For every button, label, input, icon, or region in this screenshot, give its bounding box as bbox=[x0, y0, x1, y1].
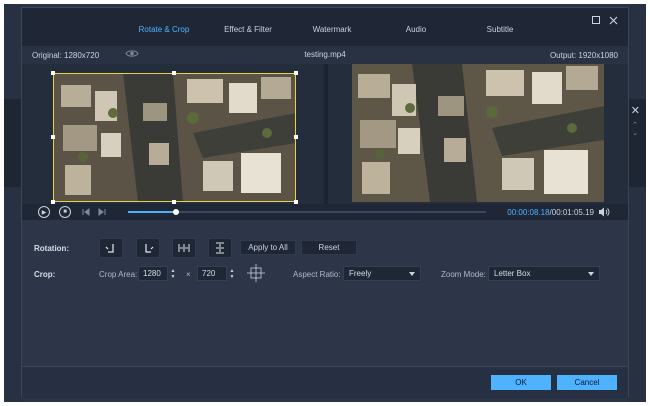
maximize-icon bbox=[592, 16, 600, 24]
stop-button[interactable]: ■ bbox=[59, 206, 71, 218]
preview-area bbox=[22, 64, 628, 204]
edit-tabs: Rotate & Crop Effect & Filter Watermark … bbox=[122, 25, 542, 34]
aspect-ratio-value: Freely bbox=[349, 269, 372, 278]
aspect-ratio-select[interactable]: Freely bbox=[343, 266, 421, 281]
zoom-mode-value: Letter Box bbox=[494, 269, 531, 278]
next-frame-icon[interactable] bbox=[96, 206, 108, 218]
crop-handle-top-left[interactable] bbox=[51, 71, 55, 75]
tab-effect-filter[interactable]: Effect & Filter bbox=[206, 25, 290, 34]
seek-handle[interactable] bbox=[173, 209, 180, 215]
dialog-footer: OK Cancel bbox=[22, 366, 628, 398]
preview-divider bbox=[324, 64, 328, 204]
rotate-right-button[interactable] bbox=[136, 238, 160, 258]
play-icon: ▶ bbox=[38, 206, 50, 218]
maximize-button[interactable] bbox=[589, 13, 603, 27]
total-time: /00:01:05.19 bbox=[549, 208, 594, 217]
seek-progress bbox=[128, 211, 177, 213]
play-button[interactable]: ▶ bbox=[38, 206, 50, 218]
rotate-left-button[interactable] bbox=[99, 238, 123, 258]
ok-button[interactable]: OK bbox=[491, 375, 551, 390]
crop-handle-top-right[interactable] bbox=[294, 71, 298, 75]
playback-bar: ▶ ■ 00:00:08.18/00:01:05.19 bbox=[22, 204, 628, 220]
crop-handle-right[interactable] bbox=[294, 135, 298, 139]
crop-handle-left[interactable] bbox=[51, 135, 55, 139]
crop-height-stepper[interactable]: ▲ ▼ bbox=[228, 266, 236, 281]
center-crop-icon[interactable] bbox=[247, 264, 265, 282]
timecode: 00:00:08.18/00:01:05.19 bbox=[507, 208, 594, 217]
dialog-titlebar: Rotate & Crop Effect & Filter Watermark … bbox=[22, 8, 628, 50]
apply-to-all-button[interactable]: Apply to All bbox=[240, 240, 296, 255]
flip-vertical-icon bbox=[216, 242, 224, 254]
crop-label: Crop: bbox=[34, 270, 56, 279]
output-resolution: Output: 1920x1080 bbox=[549, 51, 618, 60]
background-right-panel bbox=[628, 4, 646, 402]
flip-vertical-button[interactable] bbox=[208, 238, 232, 258]
previous-frame-icon[interactable] bbox=[80, 206, 92, 218]
current-time: 00:00:08.18 bbox=[507, 208, 550, 217]
crop-width-input[interactable]: 1280 bbox=[138, 266, 168, 281]
tab-audio[interactable]: Audio bbox=[374, 25, 458, 34]
seek-slider[interactable] bbox=[128, 209, 486, 215]
chevron-down-icon: ▼ bbox=[229, 273, 235, 280]
crop-handle-top[interactable] bbox=[172, 71, 176, 75]
video-info-bar: Original: 1280x720 testing.mp4 Output: 1… bbox=[22, 46, 628, 64]
tab-subtitle[interactable]: Subtitle bbox=[458, 25, 542, 34]
rotate-left-icon bbox=[105, 244, 114, 253]
close-button[interactable] bbox=[606, 13, 620, 27]
background-left-panel bbox=[4, 4, 22, 402]
cancel-button[interactable]: Cancel bbox=[557, 375, 617, 390]
stop-icon: ■ bbox=[59, 206, 71, 218]
crop-width-stepper[interactable]: ▲ ▼ bbox=[169, 266, 177, 281]
reset-button[interactable]: Reset bbox=[301, 240, 357, 255]
tab-watermark[interactable]: Watermark bbox=[290, 25, 374, 34]
background-reorder-arrows-icon[interactable]: ⌃ ⌄ bbox=[632, 122, 638, 138]
flip-horizontal-button[interactable] bbox=[172, 238, 196, 258]
edit-dialog: Rotate & Crop Effect & Filter Watermark … bbox=[21, 7, 629, 398]
file-name: testing.mp4 bbox=[304, 50, 346, 59]
rotation-label: Rotation: bbox=[34, 244, 70, 253]
zoom-mode-select[interactable]: Letter Box bbox=[488, 266, 600, 281]
rotate-right-icon bbox=[145, 244, 154, 253]
flip-horizontal-icon bbox=[178, 244, 190, 252]
dropdown-arrow-icon bbox=[409, 272, 415, 276]
aspect-ratio-label: Aspect Ratio: bbox=[293, 270, 341, 279]
tab-rotate-crop[interactable]: Rotate & Crop bbox=[122, 25, 206, 34]
output-video-preview bbox=[352, 64, 604, 202]
crop-selection-box[interactable] bbox=[53, 73, 296, 202]
crop-height-input[interactable]: 720 bbox=[197, 266, 227, 281]
dimension-separator: × bbox=[186, 270, 191, 279]
background-close-icon[interactable]: ✕ bbox=[631, 104, 640, 117]
crop-area-label: Crop Area: bbox=[99, 270, 138, 279]
zoom-mode-label: Zoom Mode: bbox=[441, 270, 486, 279]
close-icon bbox=[609, 16, 617, 24]
volume-icon[interactable] bbox=[598, 207, 610, 217]
dropdown-arrow-icon bbox=[588, 272, 594, 276]
chevron-down-icon: ▼ bbox=[170, 273, 176, 280]
